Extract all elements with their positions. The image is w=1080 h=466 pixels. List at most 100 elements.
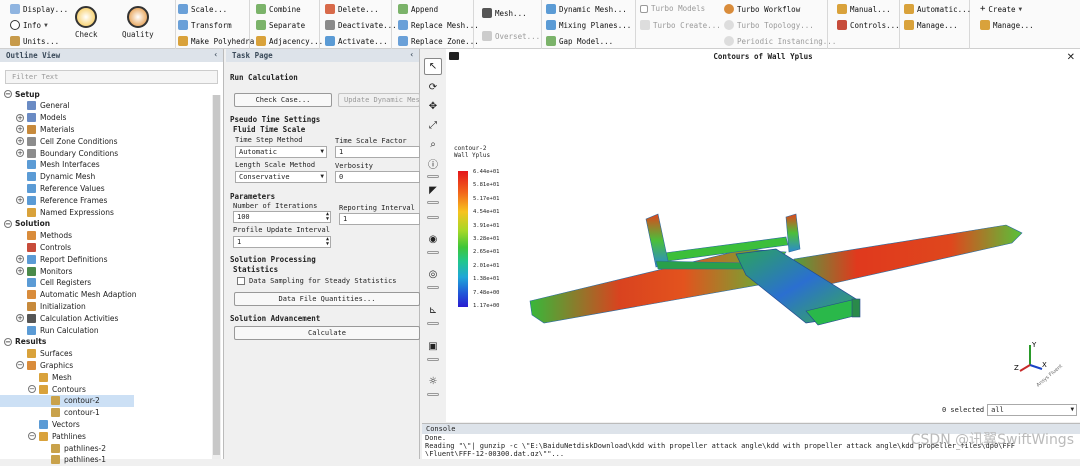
expand-icon[interactable]: + <box>16 255 24 264</box>
collapse-icon[interactable]: − <box>4 90 12 98</box>
view-icon[interactable]: ◉ <box>424 231 442 248</box>
tree-item-contour-1[interactable]: contour-1 <box>0 407 100 419</box>
mesh-button[interactable]: Mesh... <box>482 8 527 18</box>
tree-item-named-expressions[interactable]: Named Expressions <box>0 206 114 218</box>
tree-item-pathlines[interactable]: − Pathlines <box>0 430 86 442</box>
tree-item-boundary-conditions[interactable]: + Boundary Conditions <box>0 147 118 159</box>
rotate-icon[interactable]: ⟳ <box>424 79 442 96</box>
pointer-icon[interactable]: ↖ <box>424 58 442 75</box>
expand-icon[interactable]: + <box>16 113 24 122</box>
verbosity-input[interactable]: 0 <box>335 171 420 183</box>
tree-item-methods[interactable]: Methods <box>0 230 72 242</box>
create-button[interactable]: + Create ▼ <box>980 4 1022 14</box>
collapse-icon[interactable]: − <box>4 219 12 228</box>
periodic-instancing-button[interactable]: Periodic Instancing... <box>724 36 836 46</box>
time-scale-factor-input[interactable]: 1 <box>335 146 420 158</box>
filter-input[interactable]: Filter Text <box>5 70 218 84</box>
collapse-icon[interactable]: ‹ <box>213 50 218 59</box>
mixing-planes-button[interactable]: Mixing Planes... <box>546 20 631 30</box>
tree-item-pathlines-2[interactable]: pathlines-2 <box>0 442 106 454</box>
calculate-button[interactable]: Calculate <box>234 326 420 340</box>
expand-icon[interactable]: + <box>16 137 24 146</box>
tree-item-contours[interactable]: − Contours <box>0 383 86 395</box>
reporting-interval-input[interactable]: 1 <box>339 213 420 225</box>
tree-item-mesh[interactable]: Mesh <box>0 371 72 383</box>
tree-item-models[interactable]: + Models <box>0 112 66 124</box>
time-step-method-select[interactable]: Automatic ▼ <box>235 146 327 158</box>
graphics-window[interactable]: Contours of Wall Yplus ✕ contour-2 Wall Y… <box>446 49 1080 422</box>
deactivate-button[interactable]: Deactivate... <box>325 20 397 30</box>
selection-filter-select[interactable]: all ▼ <box>987 404 1078 416</box>
tree-item-pathlines-1[interactable]: pathlines-1 <box>0 454 106 466</box>
tree-item-materials[interactable]: + Materials <box>0 123 74 135</box>
tree-item-monitors[interactable]: + Monitors <box>0 265 72 277</box>
info-button[interactable]: Info ▼ <box>10 20 48 30</box>
scrollbar-thumb[interactable] <box>213 95 220 455</box>
controls-button[interactable]: Controls... <box>837 20 900 30</box>
expand-icon[interactable]: + <box>16 149 24 157</box>
tree-item-dynamic-mesh[interactable]: Dynamic Mesh <box>0 171 95 183</box>
expand-icon[interactable]: + <box>16 267 24 275</box>
collapse-icon[interactable]: − <box>16 361 24 370</box>
spinner-icon[interactable]: ▲ ▼ <box>326 212 329 222</box>
tree-item-contour-2[interactable]: contour-2 <box>0 394 134 407</box>
tree-item-surfaces[interactable]: Surfaces <box>0 348 72 360</box>
console-panel[interactable]: Console Done. Reading "\"| gunzip -c \"E… <box>422 423 1080 459</box>
turbo-workflow-button[interactable]: Turbo Workflow <box>724 4 800 14</box>
combine-button[interactable]: Combine <box>256 4 301 14</box>
activate-button[interactable]: Activate... <box>325 36 388 46</box>
tree-item-vectors[interactable]: Vectors <box>0 418 80 430</box>
quality-button[interactable]: Quality <box>122 6 154 39</box>
collapse-icon[interactable]: ‹ <box>409 50 414 59</box>
tree-item-results[interactable]: − Results <box>0 336 46 348</box>
tree-item-run-calculation[interactable]: Run Calculation <box>0 324 99 336</box>
scale-button[interactable]: Scale... <box>178 4 227 14</box>
tree-item-calculation-activities[interactable]: + Calculation Activities <box>0 312 118 324</box>
data-sampling-checkbox[interactable] <box>237 277 245 285</box>
manage-button[interactable]: Manage... <box>904 20 958 30</box>
replace-zone-button[interactable]: Replace Zone... <box>398 36 479 46</box>
tree-item-general[interactable]: General <box>0 100 70 112</box>
turbo-topology-button[interactable]: Turbo Topology... <box>724 20 814 30</box>
separate-button[interactable]: Separate <box>256 20 305 30</box>
collapse-icon[interactable]: − <box>28 385 36 393</box>
axes-icon[interactable]: ⊾ <box>424 302 442 319</box>
manual-button[interactable]: Manual... <box>837 4 891 14</box>
tree-item-reference-values[interactable]: Reference Values <box>0 182 105 194</box>
outline-scrollbar[interactable] <box>212 95 221 459</box>
expand-icon[interactable]: + <box>16 196 24 205</box>
gap-model-button[interactable]: Gap Model... <box>546 36 613 46</box>
check-case-button[interactable]: Check Case... <box>234 93 332 107</box>
tree-item-report-definitions[interactable]: + Report Definitions <box>0 253 107 265</box>
overset-button[interactable]: Overset... <box>482 31 540 41</box>
select-icon[interactable]: ◤ <box>424 182 442 199</box>
tree-item-initialization[interactable]: Initialization <box>0 300 86 312</box>
pan-icon[interactable]: ✥ <box>424 98 442 115</box>
display-button[interactable]: Display... <box>10 4 68 14</box>
tree-item-solution[interactable]: − Solution <box>0 218 50 230</box>
manage-create-button[interactable]: Manage... <box>980 20 1034 30</box>
replace-mesh-button[interactable]: Replace Mesh... <box>398 20 479 30</box>
append-button[interactable]: Append <box>398 4 438 14</box>
automatic-button[interactable]: Automatic... <box>904 4 971 14</box>
adjacency-button[interactable]: Adjacency... <box>256 36 323 46</box>
dynamic-mesh-button[interactable]: Dynamic Mesh... <box>546 4 627 14</box>
data-file-quantities-button[interactable]: Data File Quantities... <box>234 292 420 306</box>
tree-item-graphics[interactable]: − Graphics <box>0 359 73 371</box>
transform-button[interactable]: Transform <box>178 20 232 30</box>
expand-icon[interactable]: + <box>16 125 24 134</box>
collapse-icon[interactable]: − <box>4 337 12 346</box>
tree-item-reference-frames[interactable]: + Reference Frames <box>0 194 107 206</box>
length-scale-method-select[interactable]: Conservative ▼ <box>235 171 327 183</box>
probe-icon[interactable]: ⓘ <box>424 155 442 172</box>
update-dynamic-mesh-button[interactable]: Update Dynamic Mesh <box>338 93 420 107</box>
tree-item-mesh-interfaces[interactable]: Mesh Interfaces <box>0 159 100 171</box>
zoom-icon[interactable]: ⤢ <box>424 117 442 134</box>
profile-update-interval-input[interactable]: 1 ▲ ▼ <box>233 236 331 248</box>
expand-icon[interactable]: + <box>16 314 24 323</box>
tree-item-setup[interactable]: − Setup <box>0 88 40 100</box>
check-button[interactable]: Check <box>75 6 98 39</box>
frame-icon[interactable]: ▣ <box>424 338 442 355</box>
delete-button[interactable]: Delete... <box>325 4 379 14</box>
units-button[interactable]: Units... <box>10 36 59 46</box>
